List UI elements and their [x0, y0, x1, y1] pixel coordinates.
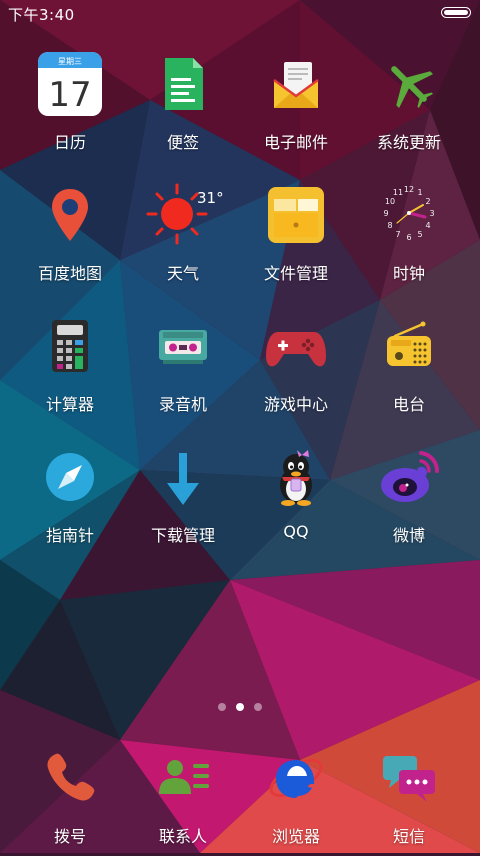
svg-text:8: 8 [387, 221, 392, 230]
app-label: 指南针 [45, 526, 94, 545]
gamepad-icon [266, 332, 326, 367]
svg-text:9: 9 [383, 209, 388, 218]
app-label: 游戏中心 [263, 395, 328, 414]
tape-recorder-icon [159, 330, 207, 364]
dock-app-dialer[interactable]: 拨号 [14, 746, 126, 856]
svg-text:10: 10 [385, 197, 395, 206]
app-game-center[interactable]: 游戏中心 [240, 314, 352, 424]
clock-icon: 12 1 2 3 4 5 6 7 8 9 10 11 [383, 185, 434, 242]
app-label: 下载管理 [150, 526, 215, 545]
app-label: 短信 [392, 827, 425, 846]
app-label: 便签 [166, 133, 199, 152]
app-label: 联系人 [158, 827, 207, 846]
svg-text:12: 12 [404, 185, 414, 194]
app-label: 百度地图 [37, 264, 102, 283]
page-dot[interactable] [254, 703, 262, 711]
svg-text:3: 3 [429, 209, 434, 218]
app-weather[interactable]: 31° 天气 [127, 183, 239, 293]
svg-text:11: 11 [393, 188, 403, 197]
svg-text:6: 6 [406, 233, 411, 242]
app-label: 系统更新 [376, 133, 441, 152]
app-baidu-map[interactable]: 百度地图 [14, 183, 126, 293]
app-label: 计算器 [45, 395, 94, 414]
qq-penguin-icon [280, 450, 312, 506]
calendar-day: 17 [48, 75, 91, 115]
app-label: 电台 [392, 395, 425, 414]
sun-icon: 31° [146, 183, 224, 245]
app-download-manager[interactable]: 下载管理 [127, 445, 239, 555]
app-clock[interactable]: 12 1 2 3 4 5 6 7 8 9 10 11 时钟 [353, 183, 465, 293]
app-calendar[interactable]: 星期三 17 日历 [14, 52, 126, 162]
app-label: 微博 [392, 526, 425, 545]
radio-icon [387, 321, 431, 366]
dock-app-browser[interactable]: 浏览器 [240, 746, 352, 856]
status-bar: 下午3:40 [0, 0, 480, 26]
dock-app-messages[interactable]: 短信 [353, 746, 465, 856]
calculator-icon [52, 320, 88, 372]
app-weibo[interactable]: 微博 [353, 445, 465, 555]
app-label: 文件管理 [263, 264, 328, 283]
page-indicator [214, 702, 268, 712]
notes-icon [165, 58, 203, 110]
app-label: 电子邮件 [263, 133, 328, 152]
svg-text:1: 1 [417, 188, 422, 197]
app-label: 日历 [53, 133, 86, 152]
app-radio[interactable]: 电台 [353, 314, 465, 424]
calendar-icon: 星期三 17 [38, 52, 102, 116]
airplane-icon [391, 66, 434, 109]
map-pin-icon [52, 189, 88, 241]
page-dot[interactable] [218, 703, 226, 711]
svg-text:4: 4 [425, 221, 430, 230]
folder-icon [268, 187, 324, 243]
app-label: 时钟 [392, 264, 425, 283]
download-arrow-icon [167, 453, 199, 505]
email-icon [273, 62, 319, 108]
app-notes[interactable]: 便签 [127, 52, 239, 162]
contacts-icon [159, 760, 209, 794]
status-time: 下午3:40 [8, 6, 75, 24]
app-system-update[interactable]: 系统更新 [353, 52, 465, 162]
app-label: 拨号 [53, 827, 86, 846]
compass-icon [46, 453, 94, 501]
svg-text:5: 5 [417, 230, 422, 239]
phone-icon [47, 753, 95, 801]
message-icon [383, 756, 435, 802]
page-dot-active[interactable] [236, 703, 244, 711]
weather-temperature: 31° [197, 189, 224, 207]
browser-icon [269, 759, 323, 798]
app-label: 天气 [166, 264, 199, 283]
app-file-manager[interactable]: 文件管理 [240, 183, 352, 293]
app-qq[interactable]: QQ [240, 445, 352, 555]
app-label: QQ [283, 522, 309, 541]
dock-app-contacts[interactable]: 联系人 [127, 746, 239, 856]
svg-text:7: 7 [395, 230, 400, 239]
battery-icon [441, 7, 471, 18]
app-email[interactable]: 电子邮件 [240, 52, 352, 162]
svg-text:2: 2 [425, 197, 430, 206]
app-label: 浏览器 [271, 827, 320, 846]
app-recorder[interactable]: 录音机 [127, 314, 239, 424]
weibo-icon [381, 451, 440, 502]
app-compass[interactable]: 指南针 [14, 445, 126, 555]
app-label: 录音机 [158, 395, 207, 414]
svg-text:星期三: 星期三 [58, 57, 82, 66]
app-calculator[interactable]: 计算器 [14, 314, 126, 424]
